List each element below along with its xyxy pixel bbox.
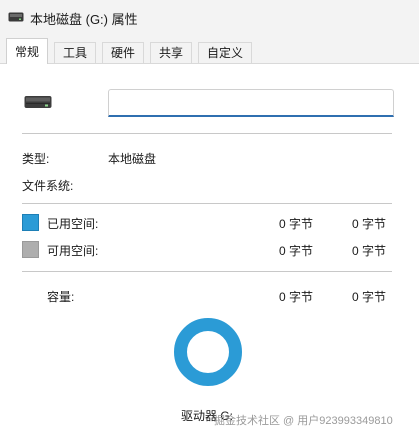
divider bbox=[22, 203, 392, 204]
type-value: 本地磁盘 bbox=[108, 152, 157, 166]
capacity-size: 0 字节 bbox=[351, 290, 386, 304]
capacity-label: 容量: bbox=[47, 290, 75, 304]
watermark: 掘金技术社区 @ 用户923993349810 bbox=[214, 415, 393, 427]
free-space-label: 可用空间: bbox=[47, 244, 99, 258]
used-space-bytes: 0 字节 bbox=[278, 217, 313, 231]
tab-general[interactable]: 常规 bbox=[6, 38, 49, 64]
used-space-label: 已用空间: bbox=[47, 217, 99, 231]
drive-icon bbox=[8, 12, 24, 22]
used-space-swatch bbox=[22, 214, 39, 231]
used-space-size: 0 字节 bbox=[351, 217, 386, 231]
divider bbox=[22, 271, 392, 272]
tab-tools[interactable]: 工具 bbox=[54, 42, 97, 63]
title-bar: 本地磁盘 (G:) 属性 bbox=[0, 0, 419, 34]
tab-customize[interactable]: 自定义 bbox=[198, 42, 253, 63]
donut-ring bbox=[174, 318, 242, 386]
tab-sharing[interactable]: 共享 bbox=[150, 42, 193, 63]
free-space-bytes: 0 字节 bbox=[278, 244, 313, 258]
tab-hardware[interactable]: 硬件 bbox=[102, 42, 145, 63]
divider bbox=[22, 133, 392, 134]
usage-donut-chart bbox=[174, 318, 242, 386]
hard-drive-icon bbox=[24, 96, 52, 108]
window-title: 本地磁盘 (G:) 属性 bbox=[30, 12, 138, 27]
capacity-bytes: 0 字节 bbox=[278, 290, 313, 304]
volume-name-input[interactable] bbox=[108, 89, 394, 117]
free-space-size: 0 字节 bbox=[351, 244, 386, 258]
filesystem-label: 文件系统: bbox=[22, 179, 74, 193]
type-label: 类型: bbox=[22, 152, 50, 166]
free-space-swatch bbox=[22, 241, 39, 258]
